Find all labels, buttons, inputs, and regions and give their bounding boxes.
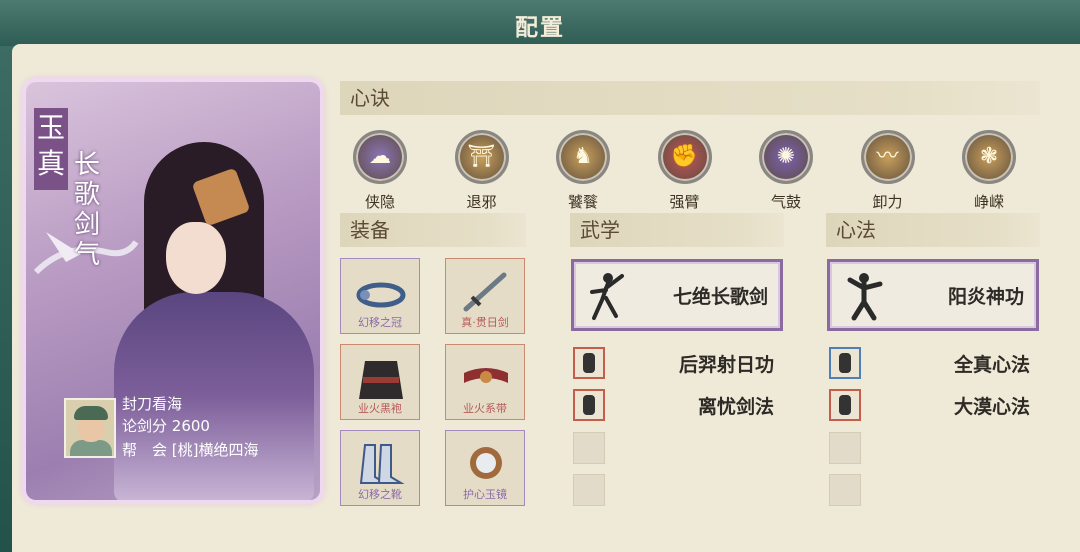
xinjue-label: 强臂 (669, 193, 700, 211)
xinjue-item[interactable]: ⛩ 退邪 (450, 130, 514, 212)
equipment-slot[interactable]: 幻移之靴 (340, 430, 420, 506)
rank-label: 论剑分 (122, 417, 168, 435)
xinfa-empty-slot[interactable] (829, 474, 861, 506)
equipment-label: 幻移之冠 (358, 316, 402, 329)
player-rank: 论剑分 2600 (122, 416, 210, 436)
cloud-beast-icon[interactable]: ❃ (962, 130, 1016, 184)
xinjue-item[interactable]: ✊ 强臂 (653, 130, 717, 212)
guild-label: 帮 会 (122, 441, 168, 459)
boots-icon (355, 441, 407, 487)
xinjue-label: 峥嵘 (973, 193, 1004, 211)
xinfa-main-label: 阳炎神功 (947, 286, 1024, 308)
xinjue-item[interactable]: 〰卸力 (856, 130, 920, 212)
xinjue-glyph: ☁ (369, 144, 391, 169)
equipment-label: 护心玉镜 (463, 488, 507, 501)
xinjue-item[interactable]: ☁ 侠隐 (348, 130, 412, 212)
title-bar: 配置 (0, 0, 1080, 46)
vortex-icon[interactable]: ✺ (759, 130, 813, 184)
section-xinfa: 心法 (826, 213, 1040, 247)
wuxue-sub-2: 离忧剑法 (697, 396, 774, 418)
xinfa-sub-1: 全真心法 (953, 354, 1030, 376)
character-face (166, 222, 226, 294)
character-skill-title: 长歌剑气 (73, 150, 100, 270)
belt-icon (460, 355, 512, 401)
xinjue-label: 侠隐 (364, 193, 395, 211)
player-avatar[interactable] (64, 398, 116, 458)
section-wuxue: 武学 (570, 213, 784, 247)
player-name: 封刀看海 (122, 395, 183, 413)
avatar-hat (74, 406, 108, 420)
equipment-label: 真·贯日剑 (461, 316, 509, 329)
equipment-slot[interactable]: 幻移之冠 (340, 258, 420, 334)
xinfa-main-skill[interactable]: 阳炎神功 (827, 259, 1039, 331)
swirl-cloud-icon[interactable]: ☁ (353, 130, 407, 184)
wind-swirl-icon[interactable]: 〰 (860, 130, 915, 184)
character-name: 玉真 (34, 108, 68, 190)
screen-frame: 配置 玉真 长歌剑气 封刀看海 论剑分 2600 帮 会 [桃]横绝四海 心诀 … (0, 0, 1080, 552)
sword-dancer-icon (590, 273, 624, 320)
wuxue-empty-slot[interactable] (573, 432, 605, 464)
xinjue-label: 饕餮 (567, 193, 598, 211)
wuxue-empty-slot[interactable] (573, 474, 605, 506)
warrior-figure (839, 395, 851, 415)
beast-icon[interactable]: ♞ (556, 130, 610, 184)
xinjue-glyph: ✊ (670, 144, 699, 169)
rank-value: 2600 (171, 417, 210, 435)
wuxue-main-skill[interactable]: 七绝长歌剑 (571, 259, 783, 331)
wuxue-sub-1: 后羿射日功 (678, 354, 774, 376)
equipment-slot[interactable]: 护心玉镜 (445, 430, 525, 506)
xinjue-item[interactable]: ♞ 饕餮 (551, 130, 615, 212)
equipment-slot[interactable]: 业火黑袍 (340, 344, 420, 420)
pillar-glow-icon[interactable]: ⛩ (454, 130, 509, 184)
xinjue-glyph: ❃ (979, 144, 999, 169)
section-equipment: 装备 (340, 213, 526, 247)
xinjue-label: 气鼓 (770, 193, 801, 211)
equipment-slot[interactable]: 真·贯日剑 (445, 258, 525, 334)
xinfa-sub-2: 大漠心法 (953, 396, 1030, 418)
section-xinjue: 心诀 (340, 81, 1040, 115)
xinjue-label: 退邪 (466, 193, 497, 211)
xinjue-glyph: 〰 (876, 144, 899, 169)
wuxue-main-label: 七绝长歌剑 (672, 286, 768, 308)
swordsman-icon[interactable] (573, 389, 605, 421)
martial-artist-icon (847, 273, 883, 321)
meditating-figure (839, 353, 851, 373)
swordsman-figure (583, 395, 595, 415)
sword-icon (460, 269, 512, 315)
equipment-label: 幻移之靴 (358, 488, 402, 501)
xinjue-glyph: ⛩ (467, 144, 496, 169)
avatar-shirt (70, 440, 112, 456)
xinjue-glyph: ♞ (573, 144, 593, 169)
headband-icon (355, 269, 407, 315)
warrior-icon[interactable] (829, 389, 861, 421)
meditating-icon[interactable] (829, 347, 861, 379)
xinjue-glyph: ✺ (776, 144, 796, 169)
xinjue-item[interactable]: ❃ 峥嵘 (957, 130, 1021, 212)
robe-icon (355, 355, 407, 401)
equipment-label: 业火系带 (463, 402, 507, 415)
equipment-slot[interactable]: 业火系带 (445, 344, 525, 420)
xinjue-item[interactable]: ✺ 气鼓 (754, 130, 818, 212)
guild-value: [桃]横绝四海 (171, 441, 259, 459)
xinjue-label: 卸力 (872, 193, 903, 211)
player-guild: 帮 会 [桃]横绝四海 (122, 440, 259, 460)
archer-figure (583, 353, 595, 373)
page-title: 配置 (515, 14, 565, 41)
mirror-icon (460, 441, 512, 487)
xinfa-empty-slot[interactable] (829, 432, 861, 464)
equipment-label: 业火黑袍 (358, 402, 402, 415)
archer-icon[interactable] (573, 347, 605, 379)
fist-icon[interactable]: ✊ (657, 130, 712, 184)
